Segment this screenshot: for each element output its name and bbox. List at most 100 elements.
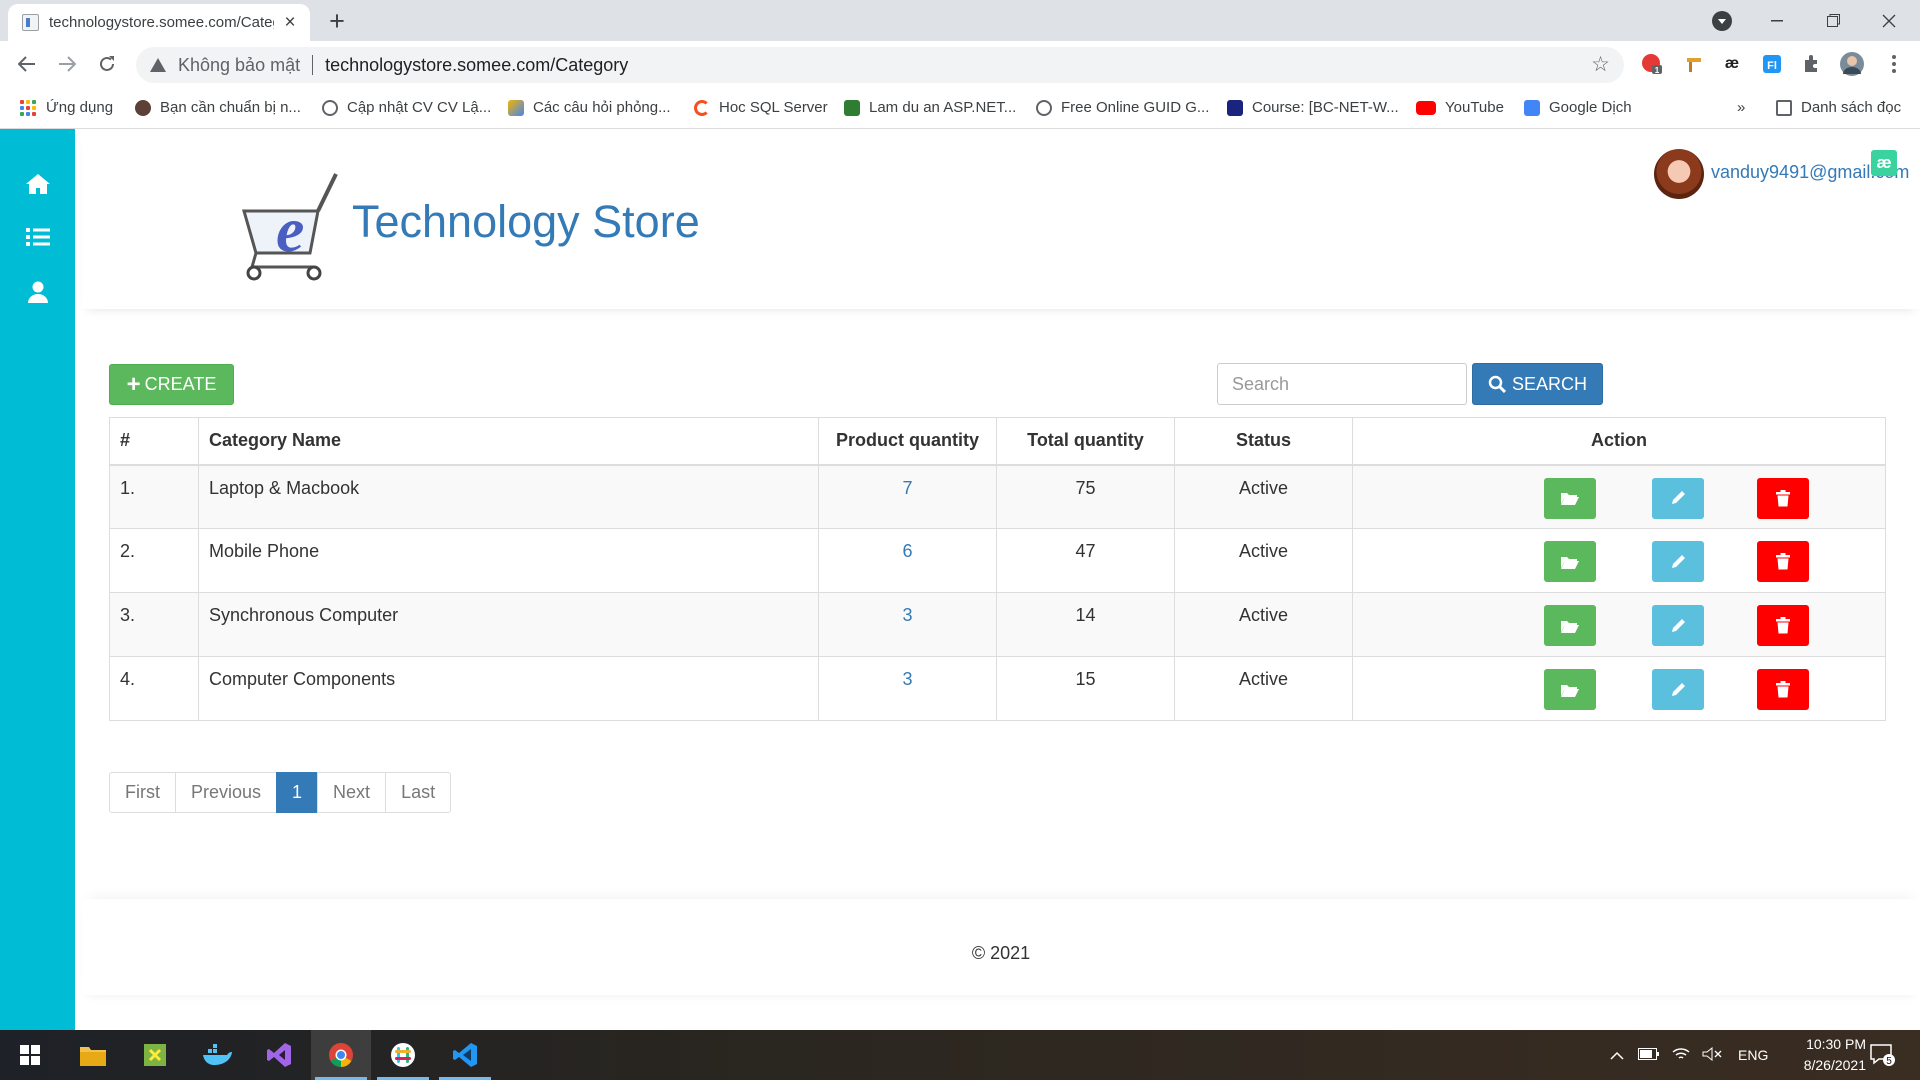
battery-icon[interactable] <box>1638 1047 1660 1063</box>
ae-extension-icon[interactable]: æ <box>1720 52 1744 76</box>
course-favicon-icon <box>1227 99 1243 116</box>
avatar[interactable] <box>1654 149 1704 199</box>
bookmark-label: Các câu hỏi phỏng... <box>533 99 671 116</box>
adblock-extension-icon[interactable]: 1 <box>1640 52 1664 76</box>
bookmark-label: Google Dịch <box>1549 99 1632 116</box>
list-icon[interactable] <box>0 217 75 257</box>
bookmark-label: Lam du an ASP.NET... <box>869 99 1017 116</box>
bookmark-apps[interactable]: Ứng dụng <box>20 99 113 116</box>
category-table: # Category Name Product quantity Total q… <box>109 417 1886 721</box>
product-quantity-link[interactable]: 3 <box>902 669 912 689</box>
bookmark-item[interactable]: Free Online GUID G... <box>1036 99 1209 116</box>
edit-button[interactable] <box>1652 669 1704 710</box>
globe-icon <box>1036 99 1052 116</box>
back-icon[interactable] <box>12 49 42 79</box>
url-text: technologystore.somee.com/Category <box>325 54 629 75</box>
bookmark-item[interactable]: Cập nhật CV CV Lậ... <box>322 99 491 116</box>
extensions-puzzle-icon[interactable] <box>1800 52 1824 76</box>
edit-button[interactable] <box>1652 477 1704 519</box>
sticky-notes-app-icon[interactable] <box>125 1030 185 1080</box>
google-translate-icon <box>1524 99 1540 116</box>
reading-list-button[interactable]: Danh sách đọc <box>1776 99 1901 116</box>
bookmark-star-icon[interactable]: ☆ <box>1591 52 1610 77</box>
column-header-action: Action <box>1352 417 1886 466</box>
delete-button[interactable] <box>1757 541 1809 582</box>
page-first-link[interactable]: First <box>109 772 176 813</box>
plus-icon: + <box>126 370 141 398</box>
page-last-link[interactable]: Last <box>385 772 452 813</box>
search-label: SEARCH <box>1511 373 1587 394</box>
view-products-button[interactable] <box>1544 477 1596 519</box>
home-icon[interactable] <box>0 164 75 204</box>
file-explorer-icon[interactable] <box>63 1030 123 1080</box>
bookmark-item[interactable]: Bạn cần chuẩn bị n... <box>135 99 301 116</box>
docker-app-icon[interactable] <box>187 1030 247 1080</box>
bookmark-item[interactable]: Course: [BC-NET-W... <box>1227 99 1399 116</box>
wifi-icon[interactable] <box>1672 1047 1690 1064</box>
product-quantity-link[interactable]: 6 <box>902 541 912 561</box>
browser-tab[interactable]: technologystore.somee.com/Category × <box>8 4 310 41</box>
view-products-button[interactable] <box>1544 541 1596 582</box>
trash-icon <box>1776 489 1790 506</box>
forward-icon[interactable] <box>52 49 82 79</box>
edit-button[interactable] <box>1652 605 1704 646</box>
product-quantity-link[interactable]: 7 <box>902 478 912 498</box>
table-header-row: # Category Name Product quantity Total q… <box>109 417 1886 466</box>
bookmark-label: Bạn cần chuẩn bị n... <box>160 99 301 116</box>
ae-extension-badge[interactable]: æ <box>1871 150 1897 176</box>
bookmark-item[interactable]: Các câu hỏi phỏng... <box>508 99 671 116</box>
windows-start-icon[interactable] <box>0 1030 60 1080</box>
volume-muted-icon[interactable] <box>1702 1046 1722 1064</box>
row-number: 2. <box>109 528 199 593</box>
delete-button[interactable] <box>1757 669 1809 710</box>
edit-button[interactable] <box>1652 541 1704 582</box>
delete-button[interactable] <box>1757 477 1809 519</box>
slack-app-icon[interactable] <box>373 1030 433 1080</box>
visual-studio-icon[interactable] <box>249 1030 309 1080</box>
system-tray: ENG <box>1610 1030 1768 1080</box>
minimize-icon[interactable] <box>1749 0 1805 41</box>
new-tab-button[interactable]: + <box>322 6 352 37</box>
delete-button[interactable] <box>1757 605 1809 646</box>
chevron-up-icon[interactable] <box>1610 1047 1624 1063</box>
search-button[interactable]: SEARCH <box>1472 363 1603 405</box>
view-products-button[interactable] <box>1544 669 1596 710</box>
close-tab-icon[interactable]: × <box>280 12 300 34</box>
shopping-cart-logo-icon[interactable]: e <box>240 169 340 281</box>
bookmark-item[interactable]: Hoc SQL Server <box>694 99 828 116</box>
bookmarks-overflow-button[interactable]: » <box>1737 99 1745 116</box>
bookmark-label: Hoc SQL Server <box>719 99 828 116</box>
user-icon[interactable] <box>0 272 75 312</box>
bookmark-label: Cập nhật CV CV Lậ... <box>347 99 492 116</box>
bookmarks-bar: Ứng dụng Bạn cần chuẩn bị n... Cập nhật … <box>0 89 1920 129</box>
notification-center-icon[interactable]: 5 <box>1870 1030 1896 1080</box>
taskbar-clock[interactable]: 10:30 PM 8/26/2021 <box>1756 1034 1866 1076</box>
ruler-extension-icon[interactable] <box>1682 52 1706 76</box>
brand-title[interactable]: Technology Store <box>352 196 700 248</box>
reload-icon[interactable] <box>92 49 122 79</box>
svg-text:Fl: Fl <box>1767 60 1777 72</box>
profile-avatar-icon[interactable] <box>1840 52 1864 76</box>
bookmark-item[interactable]: Lam du an ASP.NET... <box>844 99 1016 116</box>
status-text: Active <box>1174 592 1353 657</box>
chrome-app-icon[interactable] <box>311 1030 371 1080</box>
menu-kebab-icon[interactable] <box>1882 52 1906 76</box>
pencil-icon <box>1672 491 1685 504</box>
vscode-app-icon[interactable] <box>435 1030 495 1080</box>
search-input[interactable] <box>1217 363 1467 405</box>
product-quantity-link[interactable]: 3 <box>902 605 912 625</box>
page-next-link[interactable]: Next <box>317 772 387 813</box>
page-favicon-icon <box>22 14 39 31</box>
bookmark-label: YouTube <box>1445 99 1504 116</box>
close-window-icon[interactable] <box>1861 0 1917 41</box>
create-button[interactable]: + CREATE <box>109 364 234 405</box>
bookmark-item[interactable]: YouTube <box>1416 99 1504 116</box>
page-previous-link[interactable]: Previous <box>175 772 278 813</box>
restore-icon[interactable] <box>1805 0 1861 41</box>
view-products-button[interactable] <box>1544 605 1596 646</box>
page-current-link[interactable]: 1 <box>276 772 319 813</box>
translate-extension-icon[interactable]: Fl <box>1760 52 1784 76</box>
bookmark-item[interactable]: Google Dịch <box>1524 99 1632 116</box>
address-bar[interactable]: Không bảo mật technologystore.somee.com/… <box>136 47 1624 83</box>
tab-search-icon[interactable] <box>1712 11 1732 31</box>
